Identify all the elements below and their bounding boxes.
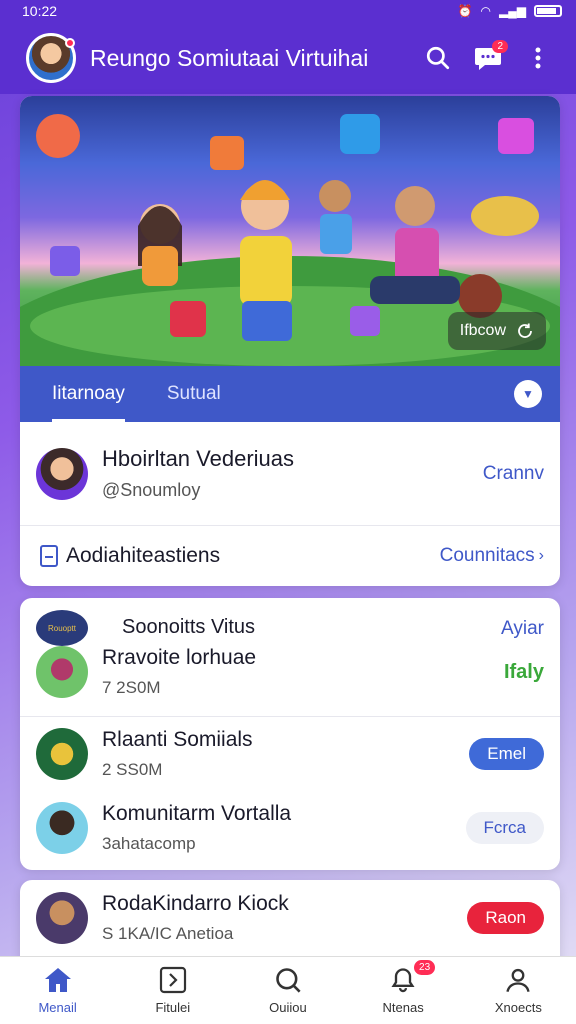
games-card: Rouoptt Soonoitts Vitus Ayiar Rravoite l… <box>20 598 560 870</box>
nav-label: Menail <box>38 1000 77 1015</box>
app-bar: Reungo Somiutaai Virtuihai 2 <box>0 22 576 94</box>
featured-title: RodaKindarro Kiock <box>102 892 289 915</box>
chevron-down-icon: ▼ <box>522 387 534 401</box>
game-title: Rravoite lorhuae <box>102 646 257 669</box>
refresh-icon <box>518 323 532 338</box>
nav-label: Fitulei <box>155 1000 191 1015</box>
app-title: Reungo Somiutaai Virtuihai <box>90 44 369 71</box>
games-header: Soonoitts Vitus <box>122 616 256 638</box>
home-icon <box>44 968 71 992</box>
profile-icon <box>506 968 530 992</box>
games-view-all-link[interactable]: Ayiar <box>501 618 544 640</box>
notification-badge: 23 <box>414 960 436 975</box>
tab-social[interactable]: Sutual <box>167 366 221 422</box>
game-row[interactable]: Rlaanti Somiials 2 SS0M Emel <box>20 728 560 780</box>
hero-card: Ifbcow Iitarnoay Sutual ▼ Hboirltan Vede… <box>20 96 560 586</box>
notifications-label: Aodiahiteastiens <box>66 544 221 567</box>
game-row[interactable]: Rravoite lorhuae 7 2S0M Ifaly <box>20 646 560 698</box>
game-subtitle: 7 2S0M <box>102 678 161 697</box>
profile-action-link[interactable]: Crannv <box>483 463 544 485</box>
alarm-icon: ⏰ <box>457 4 473 18</box>
status-icons: ⏰ ◠ ▂▄▆ <box>458 4 562 18</box>
status-time: 10:22 <box>22 3 58 19</box>
notification-icon <box>40 545 58 567</box>
game-icon <box>36 728 88 780</box>
user-avatar[interactable] <box>26 33 76 83</box>
hero-badge-label: Ifbcow <box>459 322 506 339</box>
profile-handle: @Snoumloy <box>102 480 201 500</box>
nav-label: Ouiiou <box>269 1000 307 1015</box>
tab-main[interactable]: Iitarnoay <box>52 366 125 422</box>
game-icon <box>36 646 88 698</box>
messages-button[interactable]: 2 <box>466 36 510 80</box>
search-icon <box>276 968 301 993</box>
signal-icon: ▂▄▆ <box>499 4 526 18</box>
game-subtitle: 2 SS0M <box>102 760 163 779</box>
nav-label: Ntenas <box>382 1000 424 1015</box>
nav-label: Xnoects <box>494 1000 542 1015</box>
section-logo: Rouoptt <box>36 610 88 646</box>
game-title: Rlaanti Somiials <box>102 728 253 751</box>
battery-icon <box>534 5 562 17</box>
profile-row[interactable]: Hboirltan Vederiuas @Snoumloy Crannv <box>20 422 560 526</box>
divider <box>20 716 560 717</box>
more-menu-button[interactable] <box>516 36 560 80</box>
nav-item-search[interactable]: Ouiiou <box>238 966 338 1015</box>
bottom-nav: Menail Fitulei Ouiiou 23 Ntenas Xnoects <box>0 956 576 1024</box>
featured-icon <box>36 892 88 944</box>
featured-action-button[interactable]: Raon <box>467 902 544 934</box>
hero-illustration[interactable]: Ifbcow <box>20 96 560 476</box>
profile-name: Hboirltan Vederiuas <box>102 446 295 471</box>
featured-subtitle: S 1KA/IC Anetioa <box>102 924 234 943</box>
search-button[interactable] <box>416 36 460 80</box>
tab-bar: Iitarnoay Sutual ▼ <box>20 366 560 422</box>
nav-item-profile[interactable]: Xnoects <box>468 966 568 1015</box>
hero-badge[interactable]: Ifbcow <box>447 312 546 350</box>
nav-item-play[interactable]: Fitulei <box>123 966 223 1015</box>
bell-icon <box>391 968 415 993</box>
game-title: Komunitarm Vortalla <box>102 802 292 825</box>
notifications-row[interactable]: Aodiahiteastiens Counnitacs › <box>20 526 560 586</box>
game-action-button[interactable]: Fcrca <box>465 812 544 844</box>
nav-item-home[interactable]: Menail <box>8 966 108 1015</box>
online-dot <box>65 38 75 48</box>
game-action-button[interactable]: Emel <box>469 738 544 770</box>
wifi-icon: ◠ <box>480 4 492 18</box>
chevron-right-icon: › <box>538 547 544 564</box>
status-bar: 10:22 ⏰ ◠ ▂▄▆ <box>0 0 576 22</box>
featured-row[interactable]: RodaKindarro Kiock S 1KA/IC Anetioa Raon <box>20 892 560 944</box>
message-badge: 2 <box>492 40 508 53</box>
play-icon <box>159 966 186 994</box>
play-button[interactable]: Ifaly <box>504 661 544 684</box>
game-subtitle: 3ahatacomp <box>102 834 196 853</box>
more-vert-icon <box>535 47 541 69</box>
notifications-link[interactable]: Counnitacs <box>440 545 535 567</box>
tab-dropdown-button[interactable]: ▼ <box>514 380 542 408</box>
game-icon <box>36 802 88 854</box>
avatar <box>36 447 88 500</box>
nav-item-notifications[interactable]: 23 Ntenas <box>353 960 453 1015</box>
game-row[interactable]: Komunitarm Vortalla 3ahatacomp Fcrca <box>20 802 560 854</box>
search-icon <box>426 46 450 70</box>
